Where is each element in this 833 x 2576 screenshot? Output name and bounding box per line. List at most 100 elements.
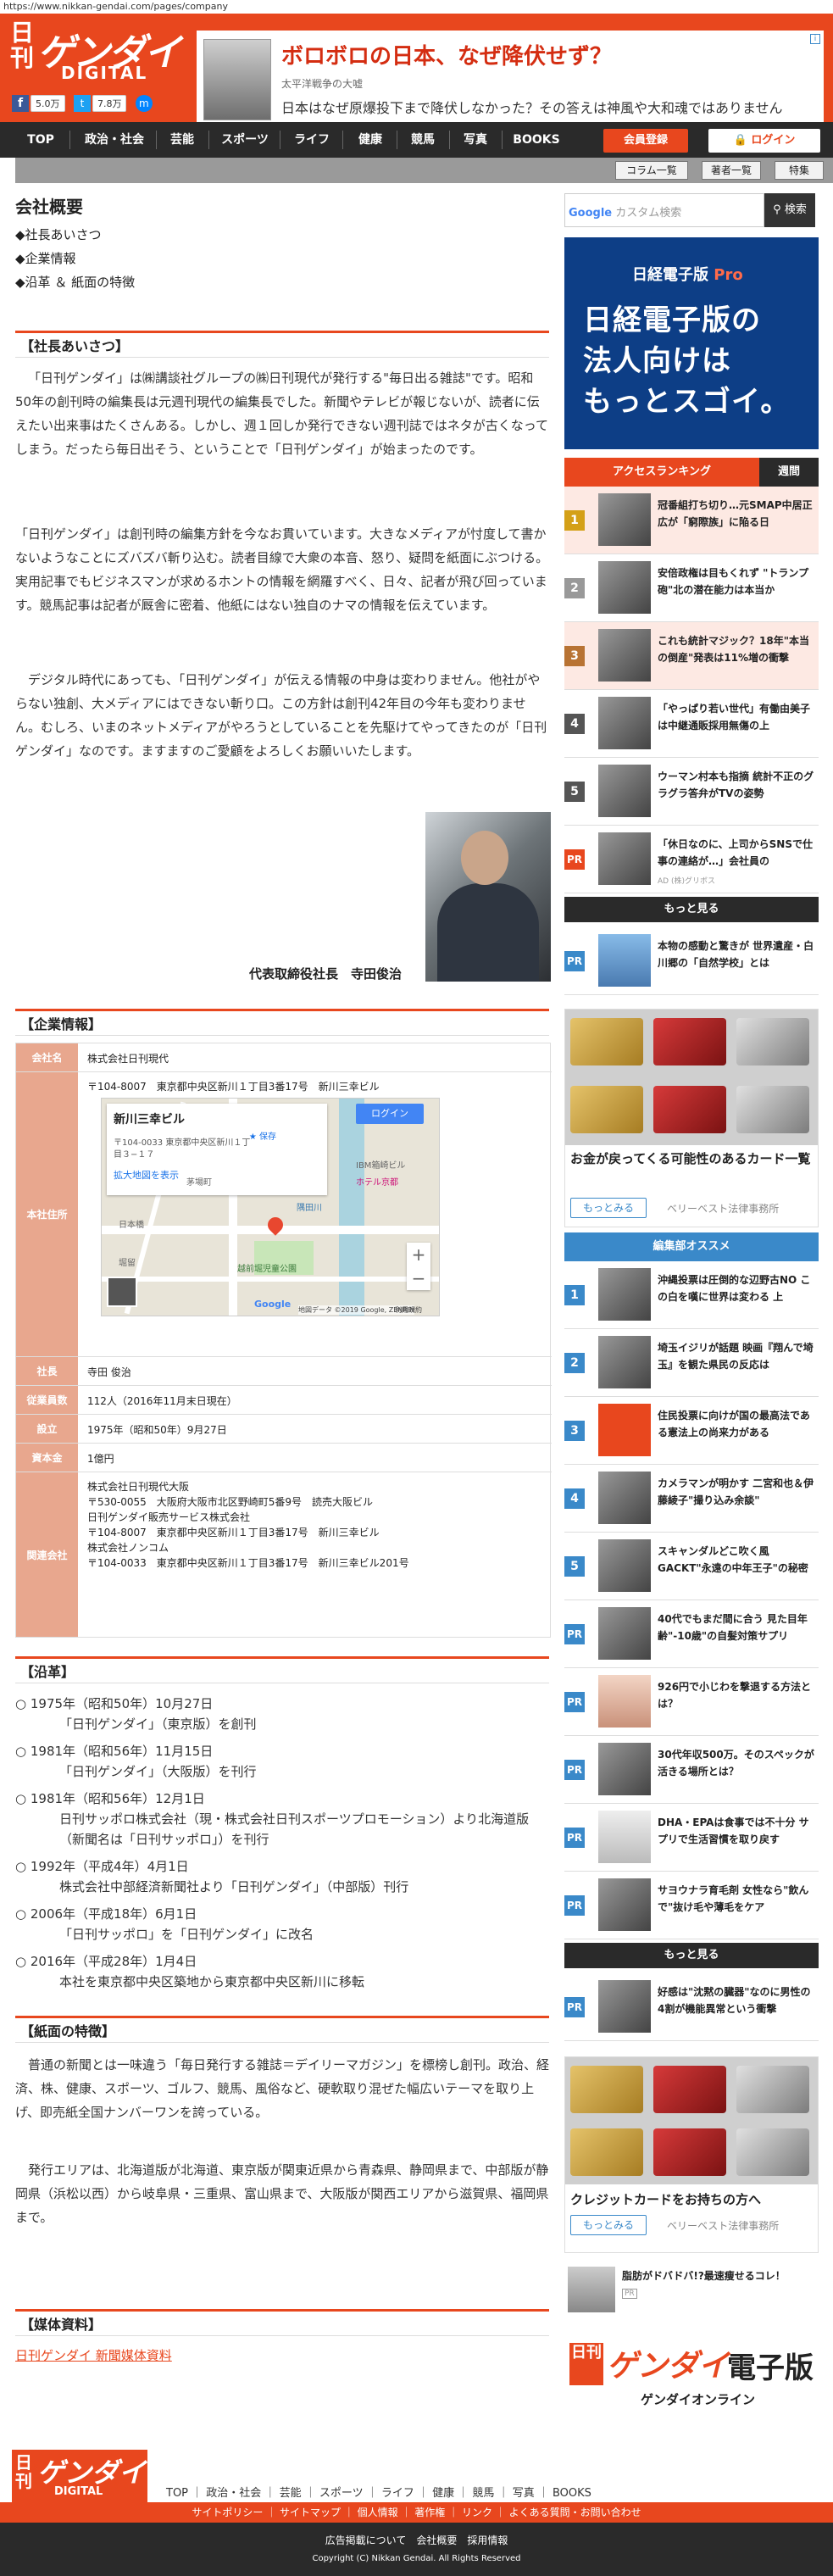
- top-ad-desc: 日本はなぜ原爆投下まで降伏しなかった？その答えは神風や大和魂ではありません: [281, 100, 783, 116]
- footer-nav-item[interactable]: 写真: [513, 2487, 535, 2500]
- footer-nav-item[interactable]: ライフ: [381, 2487, 414, 2500]
- google-search-logo: Google: [569, 207, 613, 220]
- list-item[interactable]: 5 ウーマン村本も指摘 統計不正のグラグラ答弁がTVの姿勢: [564, 758, 819, 826]
- card-ad-1[interactable]: お金が戻ってくる可能性のあるカード一覧 もっとみる ベリーベスト法律事務所: [564, 1009, 819, 1227]
- nav-photo[interactable]: 写真: [454, 122, 497, 158]
- list-item[interactable]: PR DHA・EPAは食事では不十分 サプリで生活習慣を取り戻す: [564, 1804, 819, 1872]
- map-label: IBM箱崎ビル: [356, 1161, 406, 1171]
- list-item[interactable]: PR 「休日なのに、上司からSNSで仕事の連絡が…」会社員の AD (株)グリボス: [564, 826, 819, 893]
- special-button[interactable]: 特集: [775, 161, 824, 180]
- footer-nav-item[interactable]: スポーツ: [319, 2487, 364, 2500]
- list-item[interactable]: PR 本物の感動と驚きが 世界遺産・白川郷の「自然学校」とは: [564, 927, 819, 995]
- map-satellite-toggle[interactable]: [107, 1277, 137, 1307]
- card-ad-title[interactable]: クレジットカードをお持ちの方へ: [570, 2191, 816, 2208]
- search-input[interactable]: Google カスタム検索: [564, 193, 764, 227]
- list-item[interactable]: 3 住民投票に向けが国の最高法である憲法上の尚来力がある: [564, 1397, 819, 1465]
- bottom-logo-denshi: 電子版: [727, 2351, 814, 2385]
- list-item[interactable]: 2 埼玉イジリが話題 映画『翔んで埼玉』を観た県民の反応は: [564, 1329, 819, 1397]
- list-item[interactable]: PR 40代でもまだ間に合う 見た目年齢"-10歳"の自髪対策サプリ: [564, 1600, 819, 1668]
- google-map[interactable]: 新川三幸ビル 〒104-0033 東京都中央区新川１丁目３−１７ 拡大地図を表示…: [101, 1098, 440, 1316]
- list-item[interactable]: 2 安倍政権は目もくれず "トランプ砲"北の潜在能力は本当か: [564, 554, 819, 622]
- row-label: 設立: [16, 1415, 79, 1443]
- twitter-icon[interactable]: t: [73, 95, 91, 112]
- nav-life[interactable]: ライフ: [286, 122, 337, 158]
- top-ad-banner[interactable]: ボロボロの日本、なぜ降伏せず？ 太平洋戦争の大嘘 日本はなぜ原爆投下まで降伏しな…: [197, 31, 824, 129]
- list-item[interactable]: 4 カメラマンが明かす 二宮和也＆伊藤綾子"撮り込み余談": [564, 1465, 819, 1533]
- nav-books[interactable]: BOOKS: [507, 122, 566, 158]
- map-save[interactable]: ★ 保存: [249, 1129, 276, 1142]
- tab-weekly[interactable]: 週間: [759, 458, 819, 487]
- register-button[interactable]: 会員登録: [603, 129, 688, 153]
- list-item[interactable]: 1 沖縄投票は圧倒的な辺野古NO この白を嘆に世界は変わる 上: [564, 1261, 819, 1329]
- nav-keiba[interactable]: 競馬: [402, 122, 444, 158]
- login-button[interactable]: 🔒 ログイン: [708, 129, 820, 153]
- copyright: Copyright (C) Nikkan Gendai. All Rights …: [312, 2554, 521, 2563]
- footer-nav-item[interactable]: TOP: [166, 2487, 188, 2500]
- toc-greeting[interactable]: ◆社長あいさつ: [15, 225, 102, 243]
- top-ad-title[interactable]: ボロボロの日本、なぜ降伏せず？: [281, 39, 612, 70]
- nav-sports[interactable]: スポーツ: [215, 122, 275, 158]
- list-item[interactable]: PR 30代年収500万。そのスペックが活きる場所とは？: [564, 1736, 819, 1804]
- nav-health[interactable]: 健康: [349, 122, 392, 158]
- row-label: 従業員数: [16, 1386, 79, 1414]
- zoom-out-icon[interactable]: −: [407, 1266, 430, 1290]
- card-ad-more-button[interactable]: もっとみる: [570, 1198, 647, 1218]
- history-item: ○ 1992年（平成4年）4月1日 株式会社中部経済新聞社より「日刊ゲンダイ」（中…: [15, 1859, 409, 1894]
- list-item[interactable]: PR 926円で小じわを撃退する方法とは？: [564, 1668, 819, 1736]
- footer-logo[interactable]: 日刊 ゲンダイ DIGITAL: [12, 2450, 147, 2504]
- greeting-paragraph-2: 「日刊ゲンダイ」は創刊時の編集方針を今なお貫いています。大きなメディアが忖度して…: [15, 526, 549, 613]
- list-item[interactable]: 3 これも統計マジック？18年"本当の倒産"発表は11%増の衝撃: [564, 622, 819, 690]
- card-ad-more-button[interactable]: もっとみる: [570, 2215, 647, 2235]
- map-zoom-control[interactable]: + −: [407, 1243, 430, 1290]
- nav-entertainment[interactable]: 芸能: [161, 122, 203, 158]
- list-item[interactable]: 4 「やっぱり若い世代」有働由美子は中継通販採用無傷の上: [564, 690, 819, 758]
- messenger-icon[interactable]: m: [135, 95, 153, 112]
- table-row: 会社名 株式会社日刊現代: [16, 1043, 552, 1072]
- editor-more-button[interactable]: もっと見る: [564, 1943, 819, 1968]
- footer-nav-item[interactable]: 芸能: [280, 2487, 302, 2500]
- footer-nav-item[interactable]: 政治・社会: [206, 2487, 261, 2500]
- toc-history[interactable]: ◆沿革 ＆ 紙面の特徴: [15, 273, 135, 291]
- bottom-logo-banner[interactable]: 日刊 ゲンダイ 電子版 ゲンダイオンライン: [564, 2338, 819, 2414]
- ranking-more-button[interactable]: もっと見る: [564, 897, 819, 922]
- list-item[interactable]: PR サヨウナラ育毛剤 女性なら"飲んで"抜け毛や薄毛をケア: [564, 1872, 819, 1939]
- table-row: 関連会社 株式会社日刊現代大阪 〒530-0055 大阪府大阪市北区野崎町5番9…: [16, 1472, 552, 1637]
- map-terms-link[interactable]: 利用規約: [395, 1305, 422, 1315]
- search-button[interactable]: ⚲ 検索: [764, 193, 815, 227]
- row-value: 株式会社日刊現代大阪 〒530-0055 大阪府大阪市北区野崎町5番9号 読売大…: [87, 1481, 409, 1569]
- footer-nav-item[interactable]: 競馬: [472, 2487, 494, 2500]
- column-list-button[interactable]: コラム一覧: [615, 161, 688, 180]
- table-row: 従業員数 112人（2016年11月末日現在）: [16, 1386, 552, 1415]
- site-logo[interactable]: 日刊 ゲンダイ DIGITAL: [10, 20, 188, 85]
- footer-nav: TOP ｜ 政治・社会 ｜ 芸能 ｜ スポーツ ｜ ライフ ｜ 健康 ｜ 競馬 …: [166, 2487, 591, 2500]
- nikkei-ad[interactable]: 日経電子版 Pro 日経電子版の 法人向けは もっとスゴイ。: [564, 237, 819, 449]
- footer-nav-item[interactable]: 健康: [432, 2487, 454, 2500]
- table-row: 社長 寺田 俊治: [16, 1357, 552, 1386]
- lock-icon: 🔒: [733, 134, 752, 147]
- author-list-button[interactable]: 著者一覧: [702, 161, 761, 180]
- toc-company[interactable]: ◆企業情報: [15, 249, 76, 267]
- small-ad[interactable]: 脂肪がドバドバ!?最速痩せるコレ！ PR: [564, 2263, 819, 2316]
- login-label: ログイン: [751, 134, 796, 147]
- facebook-icon[interactable]: f: [12, 95, 29, 112]
- map-login-button[interactable]: ログイン: [356, 1104, 424, 1124]
- map-enlarge-link[interactable]: 拡大地図を表示: [114, 1168, 320, 1182]
- ad-choices-icon[interactable]: i: [810, 34, 820, 44]
- media-kit-link[interactable]: 日刊ゲンダイ 新聞媒体資料: [15, 2346, 172, 2364]
- small-ad-image: [568, 2267, 615, 2312]
- footer-policy-bar[interactable]: サイトポリシー ｜ サイトマップ ｜ 個人情報 ｜ 著作権 ｜ リンク ｜ よく…: [0, 2502, 833, 2523]
- footer-nav-item[interactable]: BOOKS: [553, 2487, 591, 2500]
- table-row: 資本金 1億円: [16, 1444, 552, 1472]
- list-item[interactable]: 5 スキャンダルどこ吹く風 GACKT"永遠の中年王子"の秘密: [564, 1533, 819, 1600]
- list-item[interactable]: PR 好感は"沈黙の臓器"なのに男性の4割が機能異常という衝撃: [564, 1973, 819, 2041]
- card-ad-title[interactable]: お金が戻ってくる可能性のあるカード一覧: [570, 1150, 816, 1167]
- list-item[interactable]: 1 冠番組打ち切り…元SMAP中居正広が「窮際族」に陥る日: [564, 487, 819, 554]
- tab-access-ranking[interactable]: アクセスランキング: [564, 458, 759, 487]
- nav-top[interactable]: TOP: [15, 122, 66, 158]
- footer-links[interactable]: 広告掲載について 会社概要 採用情報: [0, 2523, 833, 2547]
- zoom-in-icon[interactable]: +: [407, 1243, 430, 1266]
- nav-politics[interactable]: 政治・社会: [76, 122, 153, 158]
- card-ad-2[interactable]: クレジットカードをお持ちの方へ もっとみる ベリーベスト法律事務所: [564, 2056, 819, 2253]
- site-header: 日刊 ゲンダイ DIGITAL f 5.0万 t 7.8万 m ボロボロの日本、なぜ…: [0, 14, 833, 129]
- table-row: 本社住所 〒104-8007 東京都中央区新川１丁目3番17号 新川三幸ビル 新…: [16, 1072, 552, 1357]
